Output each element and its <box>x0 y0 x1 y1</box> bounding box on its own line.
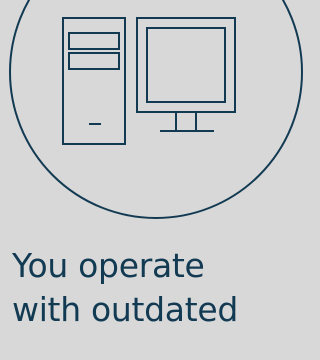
caption-text: You operate with outdated <box>12 244 304 332</box>
monitor-icon <box>136 17 236 132</box>
desktop-computer-illustration <box>9 0 303 219</box>
caption-line-2: with outdated <box>12 290 239 329</box>
computer-tower-icon <box>62 17 126 145</box>
circle-frame <box>9 0 303 219</box>
desktop-computer-icon <box>62 17 236 145</box>
caption-line-1: You operate <box>12 246 205 285</box>
